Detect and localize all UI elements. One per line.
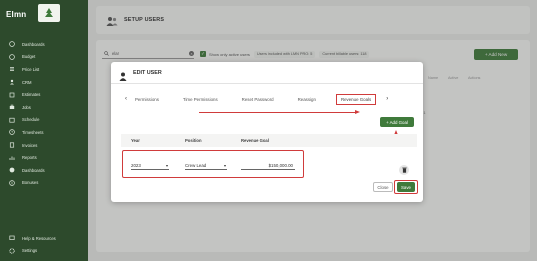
estimate-icon [9, 92, 15, 98]
position-select[interactable]: Crew Lead ▾ [185, 162, 227, 170]
chevron-down-icon: ▾ [223, 163, 226, 168]
dialog-header: EDIT USER [111, 62, 423, 84]
revenue-goals-table: Year Position Revenue Goal 2023 ▾ Crew L… [121, 134, 417, 178]
sidebar-bottom: Help & Resources Settings [0, 232, 88, 257]
position-value: Crew Lead [185, 163, 207, 168]
sidebar-item-label: Bonuses [22, 180, 39, 186]
tab-reset-password[interactable]: Reset Password [238, 95, 278, 104]
sidebar-item-label: CRM [22, 79, 32, 85]
sidebar-item-label: Settings [22, 248, 38, 254]
sidebar-item-label: Estimates [22, 92, 41, 98]
sidebar-item-label: Jobs [22, 104, 31, 110]
edit-user-dialog: EDIT USER ‹ Permissions Time Permissions… [111, 62, 423, 202]
sidebar-item-label: Dashboards [22, 41, 45, 47]
tab-time-permissions[interactable]: Time Permissions [179, 95, 222, 104]
sidebar-item-settings[interactable]: Settings [0, 245, 88, 258]
sidebar-item-invoices[interactable]: Invoices [0, 139, 88, 152]
tabs-next-icon[interactable]: › [382, 96, 392, 102]
table-row: 2023 ▾ Crew Lead ▾ $150,000.00 [121, 150, 417, 178]
sidebar-item-label: Timesheets [22, 129, 44, 135]
chevron-down-icon: ▾ [165, 163, 168, 168]
sidebar-item-bonuses[interactable]: Bonuses [0, 177, 88, 190]
tab-revenue-goals[interactable]: Revenue Goals [335, 93, 377, 105]
invoice-icon [9, 142, 15, 148]
dialog-footer: Close Save [111, 180, 423, 194]
sidebar-item-price-list[interactable]: Price List [0, 63, 88, 76]
sidebar-item-help[interactable]: Help & Resources [0, 232, 88, 245]
tab-permissions[interactable]: Permissions [131, 95, 163, 104]
tab-reassign[interactable]: Reassign [294, 95, 320, 104]
clock-icon [9, 129, 15, 136]
close-button[interactable]: Close [373, 182, 393, 192]
table-header: Year Position Revenue Goal [121, 134, 417, 147]
calendar-icon [9, 117, 15, 123]
add-goal-button[interactable]: + Add Goal [380, 117, 414, 127]
list-icon [9, 66, 15, 72]
sidebar-item-label: Budget [22, 54, 36, 60]
brand[interactable]: Elmn [6, 4, 82, 22]
sidebar-item-schedule[interactable]: Schedule [0, 114, 88, 127]
delete-goal-button[interactable] [399, 165, 409, 175]
sidebar-item-dashboards[interactable]: Dashboards [0, 38, 88, 51]
sidebar-item-estimates[interactable]: Estimates [0, 88, 88, 101]
column-header-year: Year [131, 138, 140, 143]
sidebar-item-budget[interactable]: Budget [0, 51, 88, 64]
bonus-icon [9, 180, 15, 186]
sidebar-item-label: Schedule [22, 117, 40, 123]
user-icon [119, 68, 127, 81]
tabs-prev-icon[interactable]: ‹ [121, 96, 131, 102]
year-value: 2023 [131, 163, 141, 168]
trash-icon [401, 167, 407, 173]
sidebar: Elmn Dashboards Budget Price List CRM Es… [0, 0, 88, 261]
column-header-revenue-goal: Revenue Goal [241, 138, 269, 143]
column-header-position: Position [185, 138, 202, 143]
briefcase-icon [9, 104, 15, 110]
save-button[interactable]: Save [397, 182, 415, 192]
dashboard-icon [9, 41, 15, 48]
annotation-arrow-head [355, 110, 360, 114]
sidebar-item-label: Price List [22, 66, 40, 72]
annotation-arrow [199, 112, 357, 113]
brand-name: Elmn [6, 9, 27, 19]
save-highlight: Save [394, 180, 418, 194]
sidebar-item-reports[interactable]: Reports [0, 151, 88, 164]
sidebar-item-label: Reports [22, 155, 37, 161]
sidebar-item-dashboards-2[interactable]: Dashboards [0, 164, 88, 177]
company-logo [38, 4, 60, 22]
sidebar-item-jobs[interactable]: Jobs [0, 101, 88, 114]
sidebar-item-label: Dashboards [22, 167, 45, 173]
revenue-goal-value: $150,000.00 [268, 163, 293, 168]
gear-icon [9, 248, 15, 254]
person-icon [9, 79, 15, 85]
revenue-goal-input[interactable]: $150,000.00 [241, 162, 295, 170]
sidebar-item-label: Invoices [22, 142, 38, 148]
help-icon [9, 235, 15, 241]
sidebar-item-label: Help & Resources [22, 235, 56, 241]
gauge-icon [9, 167, 15, 173]
sidebar-item-crm[interactable]: CRM [0, 76, 88, 89]
sidebar-nav: Dashboards Budget Price List CRM Estimat… [0, 38, 88, 189]
dollar-icon [9, 54, 15, 60]
year-select[interactable]: 2023 ▾ [131, 162, 169, 170]
dialog-title: EDIT USER [133, 69, 162, 76]
report-icon [9, 155, 15, 161]
sidebar-item-timesheets[interactable]: Timesheets [0, 126, 88, 139]
dialog-tabs: ‹ Permissions Time Permissions Reset Pas… [121, 92, 417, 106]
